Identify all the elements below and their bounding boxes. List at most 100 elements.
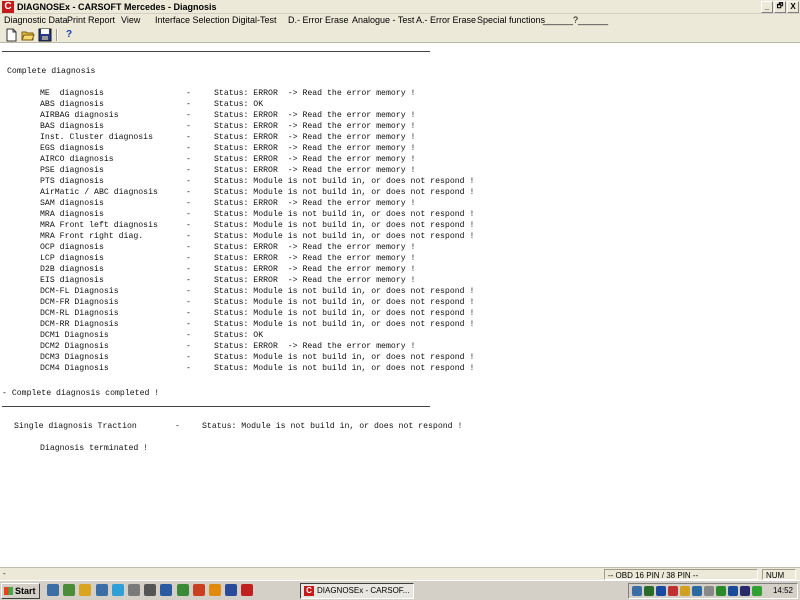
menu-digital-test[interactable]: Digital-Test — [232, 14, 277, 27]
quick-launch-icon[interactable] — [111, 584, 124, 596]
row-module-name: EGS diagnosis — [40, 144, 104, 153]
menu-view[interactable]: View — [121, 14, 140, 27]
row-separator: - — [186, 232, 191, 241]
clock: 14:52 — [772, 586, 793, 595]
tray-icon[interactable] — [632, 586, 642, 596]
row-module-name: DCM-RL Diagnosis — [40, 309, 119, 318]
menu-special-functions[interactable]: Special functions — [477, 14, 545, 27]
tray-icon[interactable] — [704, 586, 714, 596]
row-separator: - — [186, 188, 191, 197]
quick-launch-icon[interactable] — [79, 584, 92, 596]
diagnosis-report: Complete diagnosis ME diagnosis - Status: … — [0, 43, 800, 567]
menu-print-report[interactable]: Print Report — [67, 14, 115, 27]
row-separator: - — [186, 166, 191, 175]
row-module-name: BAS diagnosis — [40, 122, 104, 131]
terminated-message: Diagnosis terminated ! — [40, 444, 149, 453]
divider-top — [2, 51, 430, 52]
row-module-name: LCP diagnosis — [40, 254, 104, 263]
tray-icon[interactable] — [656, 586, 666, 596]
row-status: Status: ERROR -> Read the error memory ! — [214, 199, 416, 208]
menu-interface-selection[interactable]: Interface Selection — [155, 14, 230, 27]
single-diagnosis-status: Status: Module is not build in, or does … — [202, 422, 463, 431]
quick-launch-icon[interactable] — [63, 584, 76, 596]
row-module-name: ABS diagnosis — [40, 100, 104, 109]
quick-launch-icon[interactable] — [47, 584, 59, 596]
maximize-button[interactable]: 🗗 — [774, 1, 786, 13]
row-separator: - — [186, 309, 191, 318]
close-button[interactable]: X — [787, 1, 799, 13]
tray-icon[interactable] — [752, 586, 762, 596]
app-icon: C — [2, 1, 14, 13]
row-status: Status: Module is not build in, or does … — [214, 364, 475, 373]
menu-diagnostic-data[interactable]: Diagnostic Data — [4, 14, 68, 27]
single-diagnosis-separator: - — [175, 422, 180, 431]
quick-launch-icon[interactable] — [241, 584, 254, 596]
quick-launch-icon[interactable] — [192, 584, 205, 596]
quick-launch-icon[interactable] — [160, 584, 173, 596]
row-separator: - — [186, 122, 191, 131]
help-icon[interactable]: ? — [62, 28, 76, 42]
row-status: Status: Module is not build in, or does … — [214, 309, 475, 318]
menu-d-error-erase[interactable]: D.- Error Erase — [288, 14, 349, 27]
minimize-button[interactable]: _ — [761, 1, 773, 13]
quick-launch-icon[interactable] — [128, 584, 140, 596]
quick-launch-icon[interactable] — [144, 584, 157, 596]
row-separator: - — [186, 210, 191, 219]
row-separator: - — [186, 133, 191, 142]
row-module-name: MRA Front right diag. — [40, 232, 144, 241]
row-separator: - — [186, 298, 191, 307]
row-separator: - — [186, 221, 191, 230]
row-separator: - — [186, 265, 191, 274]
row-module-name: PSE diagnosis — [40, 166, 104, 175]
tray-icon[interactable] — [716, 586, 726, 596]
row-status: Status: ERROR -> Read the error memory ! — [214, 276, 416, 285]
tray-icon[interactable] — [668, 586, 678, 596]
row-separator: - — [186, 89, 191, 98]
row-module-name: DCM2 Diagnosis — [40, 342, 109, 351]
menu-analogue-test[interactable]: Analogue - Test — [352, 14, 414, 27]
row-status: Status: Module is not build in, or does … — [214, 188, 475, 197]
tray-icon[interactable] — [680, 586, 690, 596]
row-status: Status: OK — [214, 331, 264, 340]
row-status: Status: ERROR -> Read the error memory ! — [214, 111, 416, 120]
row-separator: - — [186, 254, 191, 263]
row-module-name: DCM4 Diagnosis — [40, 364, 109, 373]
quick-launch-icon[interactable] — [95, 584, 108, 596]
row-module-name: MRA Front left diagnosis — [40, 221, 158, 230]
tray-icon[interactable] — [728, 586, 738, 596]
menu-a-error-erase[interactable]: A.- Error Erase — [416, 14, 476, 27]
tray-icon[interactable] — [740, 586, 750, 596]
taskbar-item-diagnosex[interactable]: C DIAGNOSEx - CARSOF... — [300, 583, 414, 599]
row-status: Status: Module is not build in, or does … — [214, 298, 475, 307]
connection-status: -- OBD 16 PIN / 38 PIN -- — [604, 569, 758, 580]
row-status: Status: ERROR -> Read the error memory ! — [214, 265, 416, 274]
row-separator: - — [186, 111, 191, 120]
num-lock-indicator: NUM — [762, 569, 796, 580]
row-module-name: OCP diagnosis — [40, 243, 104, 252]
taskbar-item-label: DIAGNOSEx - CARSOF... — [317, 586, 410, 595]
tray-icon[interactable] — [692, 586, 702, 596]
quick-launch-icon[interactable] — [225, 584, 238, 596]
row-status: Status: ERROR -> Read the error memory ! — [214, 122, 416, 131]
row-module-name: AIRBAG diagnosis — [40, 111, 119, 120]
row-status: Status: OK — [214, 100, 264, 109]
open-folder-icon[interactable] — [21, 28, 35, 42]
row-status: Status: Module is not build in, or does … — [214, 221, 475, 230]
status-text: - — [3, 569, 6, 578]
row-separator: - — [186, 177, 191, 186]
row-separator: - — [186, 287, 191, 296]
menu-help[interactable]: ______?______ — [543, 14, 608, 27]
start-button[interactable]: Start — [1, 583, 40, 599]
quick-launch-icon[interactable] — [209, 584, 221, 596]
tray-icon[interactable] — [644, 586, 654, 596]
row-status: Status: ERROR -> Read the error memory ! — [214, 166, 416, 175]
row-module-name: SAM diagnosis — [40, 199, 104, 208]
report-heading: Complete diagnosis — [7, 67, 96, 76]
row-separator: - — [186, 100, 191, 109]
row-status: Status: ERROR -> Read the error memory ! — [214, 155, 416, 164]
quick-launch-icon[interactable] — [176, 584, 189, 596]
toolbar-separator — [56, 29, 58, 41]
new-file-icon[interactable] — [4, 28, 18, 42]
row-module-name: MRA diagnosis — [40, 210, 104, 219]
save-disk-icon[interactable] — [38, 28, 52, 42]
